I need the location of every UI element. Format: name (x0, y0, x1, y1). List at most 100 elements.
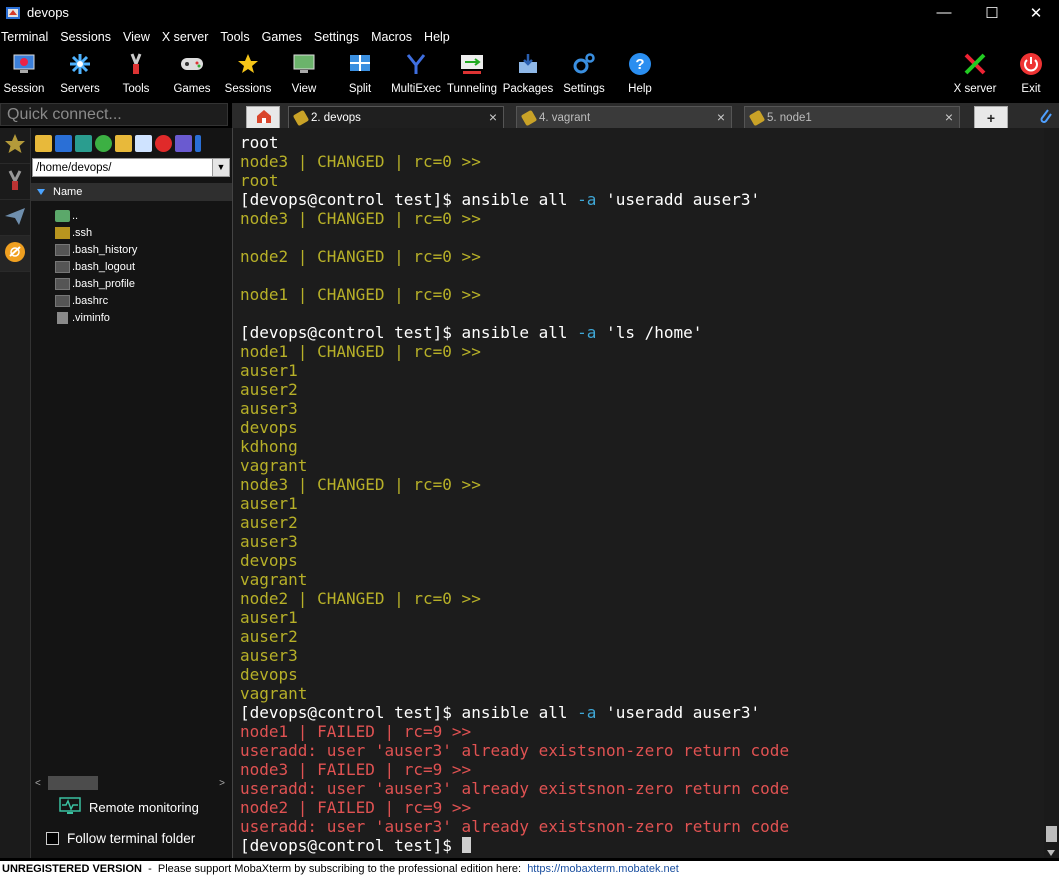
mobatek-link[interactable]: https://mobaxterm.mobatek.net (527, 863, 679, 875)
star-icon (235, 51, 261, 77)
scroll-right-icon[interactable]: > (219, 778, 225, 789)
terminal-text: node2 | CHANGED | rc=0 >> (240, 247, 481, 266)
sidebar-tab-sessions[interactable] (0, 128, 30, 164)
file-row-ssh[interactable]: .ssh (31, 224, 232, 241)
multiexec-button[interactable]: MultiExec (388, 48, 444, 98)
menu-help[interactable]: Help (424, 30, 456, 44)
servers-button[interactable]: Servers (52, 48, 108, 98)
chevron-down-icon[interactable]: ▼ (212, 159, 229, 176)
terminal-line: useradd: user 'auser3' already existsnon… (240, 779, 1044, 798)
title-bar: devops — ☐ ✕ (0, 0, 1059, 25)
sftp-horizontal-scrollbar[interactable]: < > (35, 776, 225, 790)
file-row-bash-logout[interactable]: .bash_logout (31, 258, 232, 275)
terminal-text: [devops@control test]$ ansible all (240, 190, 578, 209)
terminal-text: devops (240, 551, 298, 570)
terminal-line: node3 | CHANGED | rc=0 >> (240, 475, 1044, 494)
maximize-button[interactable]: ☐ (969, 0, 1015, 25)
settings-button[interactable]: Settings (556, 48, 612, 98)
more-icon[interactable] (195, 134, 201, 152)
menu-macros[interactable]: Macros (371, 30, 418, 44)
close-tab-icon[interactable]: × (717, 109, 725, 125)
checkbox[interactable] (46, 832, 59, 845)
x-server-button[interactable]: X server (947, 48, 1003, 98)
scroll-down-icon[interactable] (1047, 850, 1055, 856)
attach-icon[interactable] (1037, 106, 1053, 127)
split-button[interactable]: Split (332, 48, 388, 98)
exit-button[interactable]: Exit (1003, 48, 1059, 98)
new-file-icon[interactable] (135, 134, 152, 152)
scrollbar-thumb[interactable] (48, 776, 98, 790)
menu-view[interactable]: View (123, 30, 156, 44)
file-name: .bash_logout (72, 260, 135, 273)
tab-vagrant[interactable]: 4. vagrant × (516, 106, 732, 128)
terminal-text: auser3 (240, 646, 298, 665)
home-icon (255, 108, 273, 127)
sessions-button[interactable]: Sessions (220, 48, 276, 98)
tab-devops[interactable]: 2. devops × (288, 106, 504, 128)
terminal-line: [devops@control test]$ ansible all -a 'l… (240, 323, 1044, 342)
close-tab-icon[interactable]: × (945, 109, 953, 125)
sidebar-tab-tools[interactable] (0, 164, 30, 200)
games-button[interactable]: Games (164, 48, 220, 98)
terminal-line: auser1 (240, 608, 1044, 627)
menu-x-server[interactable]: X server (162, 30, 215, 44)
file-name: .bashrc (72, 294, 109, 307)
scroll-left-icon[interactable]: < (35, 778, 41, 789)
refresh-icon[interactable] (95, 134, 112, 152)
session-button[interactable]: Session (0, 48, 52, 98)
go-up-folder-icon[interactable] (35, 134, 52, 152)
terminal-text: node2 | FAILED | rc=9 >> (240, 798, 472, 817)
sidebar-tabs (0, 128, 31, 858)
packages-button[interactable]: Packages (500, 48, 556, 98)
parent-folder-icon (55, 209, 70, 222)
help-button[interactable]: ? Help (612, 48, 668, 98)
rename-icon[interactable] (175, 134, 192, 152)
help-icon: ? (627, 51, 653, 77)
terminal-text: auser3 (240, 532, 298, 551)
column-label: Name (53, 186, 83, 198)
download-icon[interactable] (55, 134, 72, 152)
quick-connect-input[interactable]: Quick connect... (0, 103, 228, 126)
terminal-line: root (240, 171, 1044, 190)
monitor-icon (11, 51, 37, 77)
view-button[interactable]: View (276, 48, 332, 98)
new-folder-icon[interactable] (115, 134, 132, 152)
menu-games[interactable]: Games (262, 30, 308, 44)
sidebar-tab-macros[interactable] (0, 200, 30, 236)
follow-terminal-folder-checkbox[interactable]: Follow terminal folder (46, 831, 195, 846)
tunneling-button[interactable]: Tunneling (444, 48, 500, 98)
terminal-line: auser1 (240, 361, 1044, 380)
sftp-path-field[interactable]: /home/devops/ ▼ (32, 158, 230, 177)
menu-sessions[interactable]: Sessions (60, 30, 117, 44)
terminal-line: auser3 (240, 532, 1044, 551)
minimize-button[interactable]: — (921, 0, 967, 25)
terminal-text: useradd: user 'auser3' already existsnon… (240, 779, 790, 798)
file-row-bash-profile[interactable]: .bash_profile (31, 275, 232, 292)
new-tab-button[interactable]: + (974, 106, 1008, 128)
unregistered-label: UNREGISTERED VERSION (2, 863, 142, 875)
file-row-parent[interactable]: .. (31, 207, 232, 224)
terminal-output[interactable]: root node3 | CHANGED | rc=0 >> root [devops… (232, 128, 1044, 858)
file-row-bash-history[interactable]: .bash_history (31, 241, 232, 258)
terminal-line: node2 | CHANGED | rc=0 >> (240, 247, 1044, 266)
name-column-header[interactable]: Name (31, 183, 232, 201)
delete-icon[interactable] (155, 134, 172, 152)
file-row-viminfo[interactable]: .viminfo (31, 309, 232, 326)
sidebar-tab-sftp[interactable] (0, 236, 30, 272)
tools-button[interactable]: Tools (108, 48, 164, 98)
menu-settings[interactable]: Settings (314, 30, 365, 44)
menu-terminal[interactable]: Terminal (0, 30, 54, 44)
scrollbar-thumb[interactable] (1046, 826, 1057, 842)
sftp-globe-icon (4, 241, 26, 266)
terminal-text: node2 | CHANGED | rc=0 >> (240, 589, 481, 608)
upload-icon[interactable] (75, 134, 92, 152)
close-button[interactable]: ✕ (1013, 0, 1059, 25)
remote-monitoring-button[interactable]: Remote monitoring (59, 797, 199, 818)
terminal-vertical-scrollbar[interactable] (1044, 128, 1059, 858)
file-row-bashrc[interactable]: .bashrc (31, 292, 232, 309)
home-tab[interactable] (246, 106, 280, 128)
close-tab-icon[interactable]: × (489, 109, 497, 125)
menu-tools[interactable]: Tools (220, 30, 255, 44)
tab-node1[interactable]: 5. node1 × (744, 106, 960, 128)
